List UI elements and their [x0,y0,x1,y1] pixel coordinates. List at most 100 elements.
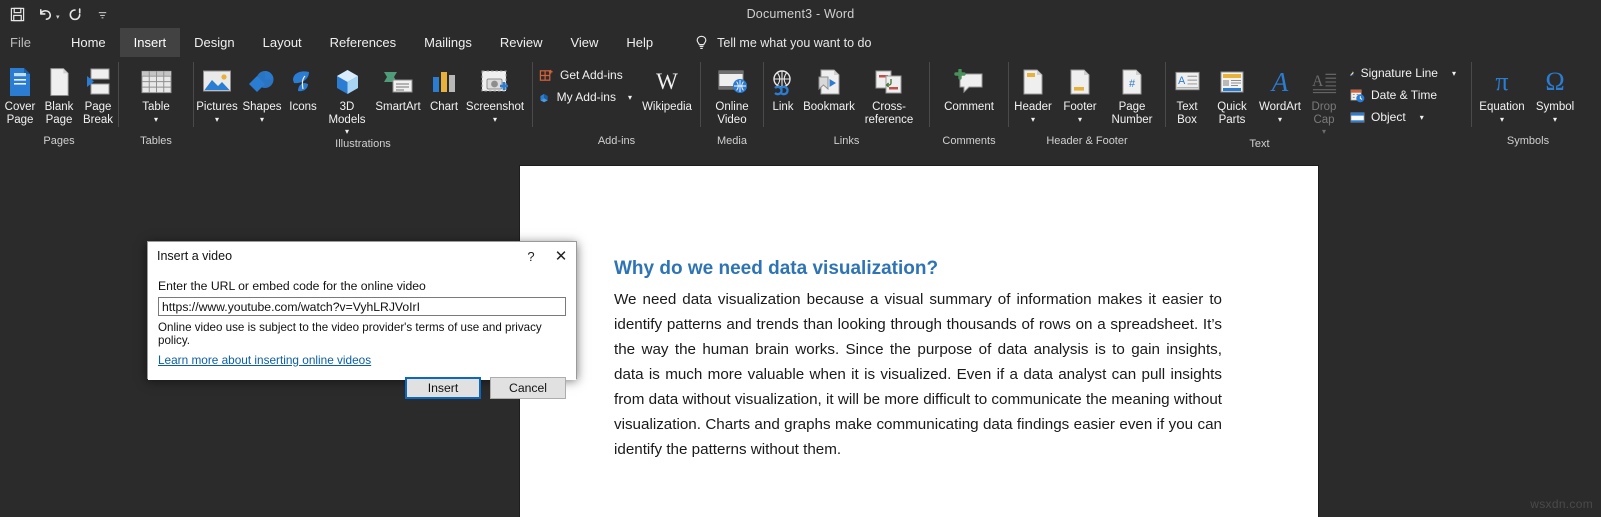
table-label: Table [142,101,170,114]
equation-button[interactable]: π Equation ▾ [1475,61,1529,129]
screenshot-button[interactable]: Screenshot ▾ [464,61,526,129]
smartart-button[interactable]: SmartArt [372,61,424,129]
chevron-down-icon[interactable]: ▾ [1078,115,1082,124]
undo-dropdown-icon[interactable]: ▾ [56,13,60,21]
svg-text:A: A [1178,74,1186,86]
get-add-ins-button[interactable]: Get Add-ins [533,64,638,86]
tab-view[interactable]: View [556,28,612,57]
quick-parts-button[interactable]: QuickParts [1208,61,1256,129]
quick-parts-icon [1219,65,1245,99]
tell-me-search[interactable]: Tell me what you want to do [695,28,871,57]
cover-page-label: CoverPage [5,101,36,126]
shapes-icon [248,65,276,99]
ribbon-group-media: OnlineVideo Media [701,57,763,149]
chevron-down-icon[interactable]: ▾ [1031,115,1035,124]
chevron-down-icon[interactable]: ▾ [1452,69,1456,78]
3d-models-button[interactable]: 3DModels ▾ [322,61,372,136]
chevron-down-icon[interactable]: ▾ [1553,115,1557,124]
object-button[interactable]: Object ▾ [1344,106,1462,128]
symbol-icon: Ω [1545,65,1564,99]
document-body[interactable]: Why do we need data visualization? We ne… [520,166,1318,462]
signature-line-icon [1350,66,1355,81]
save-icon[interactable] [4,1,30,27]
chevron-down-icon[interactable]: ▾ [493,115,497,124]
drop-cap-icon: A [1311,65,1338,99]
bookmark-label: Bookmark [803,101,855,114]
help-icon[interactable]: ? [516,242,546,270]
date-time-button[interactable]: Date & Time [1344,84,1462,106]
video-url-input[interactable] [158,297,566,316]
drop-cap-button: A DropCap ▾ [1304,61,1344,136]
redo-icon[interactable] [62,1,88,27]
date-time-icon [1350,88,1365,103]
smartart-icon [383,65,413,99]
wikipedia-button[interactable]: W Wikipedia [638,61,696,129]
ribbon-group-links: Link Bookmark [764,57,929,149]
chevron-down-icon[interactable]: ▾ [215,115,219,124]
chevron-down-icon[interactable]: ▾ [1500,115,1504,124]
footer-button[interactable]: Footer ▾ [1057,61,1103,129]
svg-text:A: A [1312,72,1324,89]
shapes-button[interactable]: Shapes ▾ [240,61,284,129]
footer-label: Footer [1063,101,1096,114]
text-box-button[interactable]: A TextBox [1166,61,1208,129]
bookmark-icon [817,65,842,99]
my-add-ins-button[interactable]: My Add-ins ▾ [533,86,638,108]
icons-icon [289,65,317,99]
group-label-comments: Comments [930,133,1008,149]
quick-access-toolbar: ▾ [4,0,116,28]
header-label: Header [1014,101,1052,114]
chart-button[interactable]: Chart [424,61,464,129]
bookmark-button[interactable]: Bookmark [802,61,856,129]
ribbon-group-pages: CoverPage BlankPage [0,57,118,149]
signature-line-button[interactable]: Signature Line ▾ [1344,62,1462,84]
chevron-down-icon[interactable]: ▾ [1278,115,1282,124]
ribbon-group-tables: Table ▾ Tables [119,57,193,149]
cross-reference-button[interactable]: Cross-reference [856,61,922,129]
chevron-down-icon[interactable]: ▾ [1420,113,1424,122]
header-button[interactable]: Header ▾ [1009,61,1057,129]
tab-help[interactable]: Help [612,28,667,57]
dialog-button-row: Insert Cancel [158,377,566,399]
chevron-down-icon[interactable]: ▾ [345,127,349,136]
icons-button[interactable]: Icons [284,61,322,129]
table-button[interactable]: Table ▾ [128,61,184,129]
insert-video-dialog[interactable]: Insert a video ? ✕ Enter the URL or embe… [147,241,577,379]
ribbon-tab-strip: File Home Insert Design Layout Reference… [0,28,1601,57]
chevron-down-icon[interactable]: ▾ [260,115,264,124]
tab-file[interactable]: File [0,28,43,57]
ribbon-group-text: A TextBox [1166,57,1471,149]
tab-layout[interactable]: Layout [249,28,316,57]
pictures-button[interactable]: Pictures ▾ [194,61,240,129]
link-button[interactable]: Link [764,61,802,129]
tab-mailings[interactable]: Mailings [410,28,486,57]
my-addins-icon [539,90,551,105]
get-add-ins-label: Get Add-ins [560,68,623,82]
learn-more-link[interactable]: Learn more about inserting online videos [158,353,371,367]
customize-qat-icon[interactable] [90,1,116,27]
add-ins-small-buttons: Get Add-ins My Add-ins ▾ [533,61,638,108]
tab-review[interactable]: Review [486,28,557,57]
close-icon[interactable]: ✕ [546,242,576,270]
insert-button[interactable]: Insert [405,377,481,399]
chevron-down-icon: ▾ [1322,127,1326,136]
tab-insert[interactable]: Insert [120,28,181,57]
wordart-button[interactable]: A WordArt ▾ [1256,61,1304,129]
cover-page-button[interactable]: CoverPage [0,61,40,129]
document-page[interactable]: Why do we need data visualization? We ne… [520,166,1318,517]
tab-design[interactable]: Design [180,28,248,57]
tab-references[interactable]: References [316,28,410,57]
blank-page-button[interactable]: BlankPage [40,61,78,129]
chevron-down-icon[interactable]: ▾ [628,93,632,102]
chevron-down-icon[interactable]: ▾ [154,115,158,124]
screenshot-label: Screenshot [466,101,524,114]
ribbon-group-illustrations: Pictures ▾ Shapes ▾ [194,57,532,149]
online-video-button[interactable]: OnlineVideo [704,61,760,129]
cancel-button[interactable]: Cancel [490,377,566,399]
page-break-button[interactable]: PageBreak [78,61,118,129]
tab-home[interactable]: Home [57,28,120,57]
undo-icon[interactable] [32,1,58,27]
symbol-button[interactable]: Ω Symbol ▾ [1529,61,1581,129]
comment-button[interactable]: Comment [934,61,1004,129]
page-number-button[interactable]: # PageNumber [1103,61,1161,129]
